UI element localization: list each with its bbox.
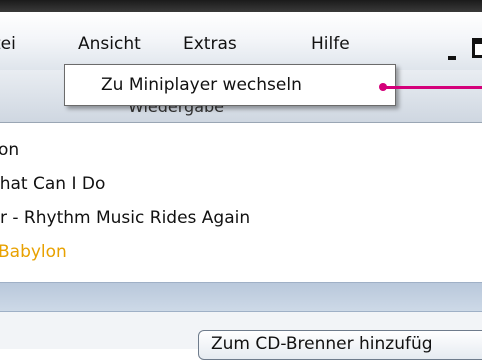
annotation-callout-line <box>383 86 482 89</box>
view-menu-popup: Zu Miniplayer wechseln <box>64 64 396 106</box>
add-to-burn-button[interactable]: Zum CD-Brenner hinzufüg <box>198 330 482 360</box>
playlist-separator-bar <box>0 282 482 312</box>
menu-bar: tei Ansicht Extras Hilfe <box>0 12 482 71</box>
window-frame-top <box>0 0 482 12</box>
maximize-icon[interactable] <box>472 38 482 58</box>
menu-ansicht[interactable]: Ansicht <box>78 33 141 55</box>
add-to-burn-label: Zum CD-Brenner hinzufüg <box>211 334 433 354</box>
playlist-track[interactable]: on <box>0 138 19 162</box>
playlist-track[interactable]: /hat Can I Do <box>0 172 105 196</box>
playlist-track[interactable]: r - Rhythm Music Rides Again <box>0 206 250 230</box>
annotation-callout-dot <box>379 83 387 91</box>
menu-extras[interactable]: Extras <box>183 33 237 55</box>
menu-datei[interactable]: tei <box>0 33 16 55</box>
menu-hilfe[interactable]: Hilfe <box>311 33 350 55</box>
switch-to-miniplayer-item[interactable]: Zu Miniplayer wechseln <box>101 74 302 96</box>
minimize-icon[interactable] <box>448 56 456 60</box>
playlist-track-active[interactable]: Babylon <box>0 240 67 264</box>
